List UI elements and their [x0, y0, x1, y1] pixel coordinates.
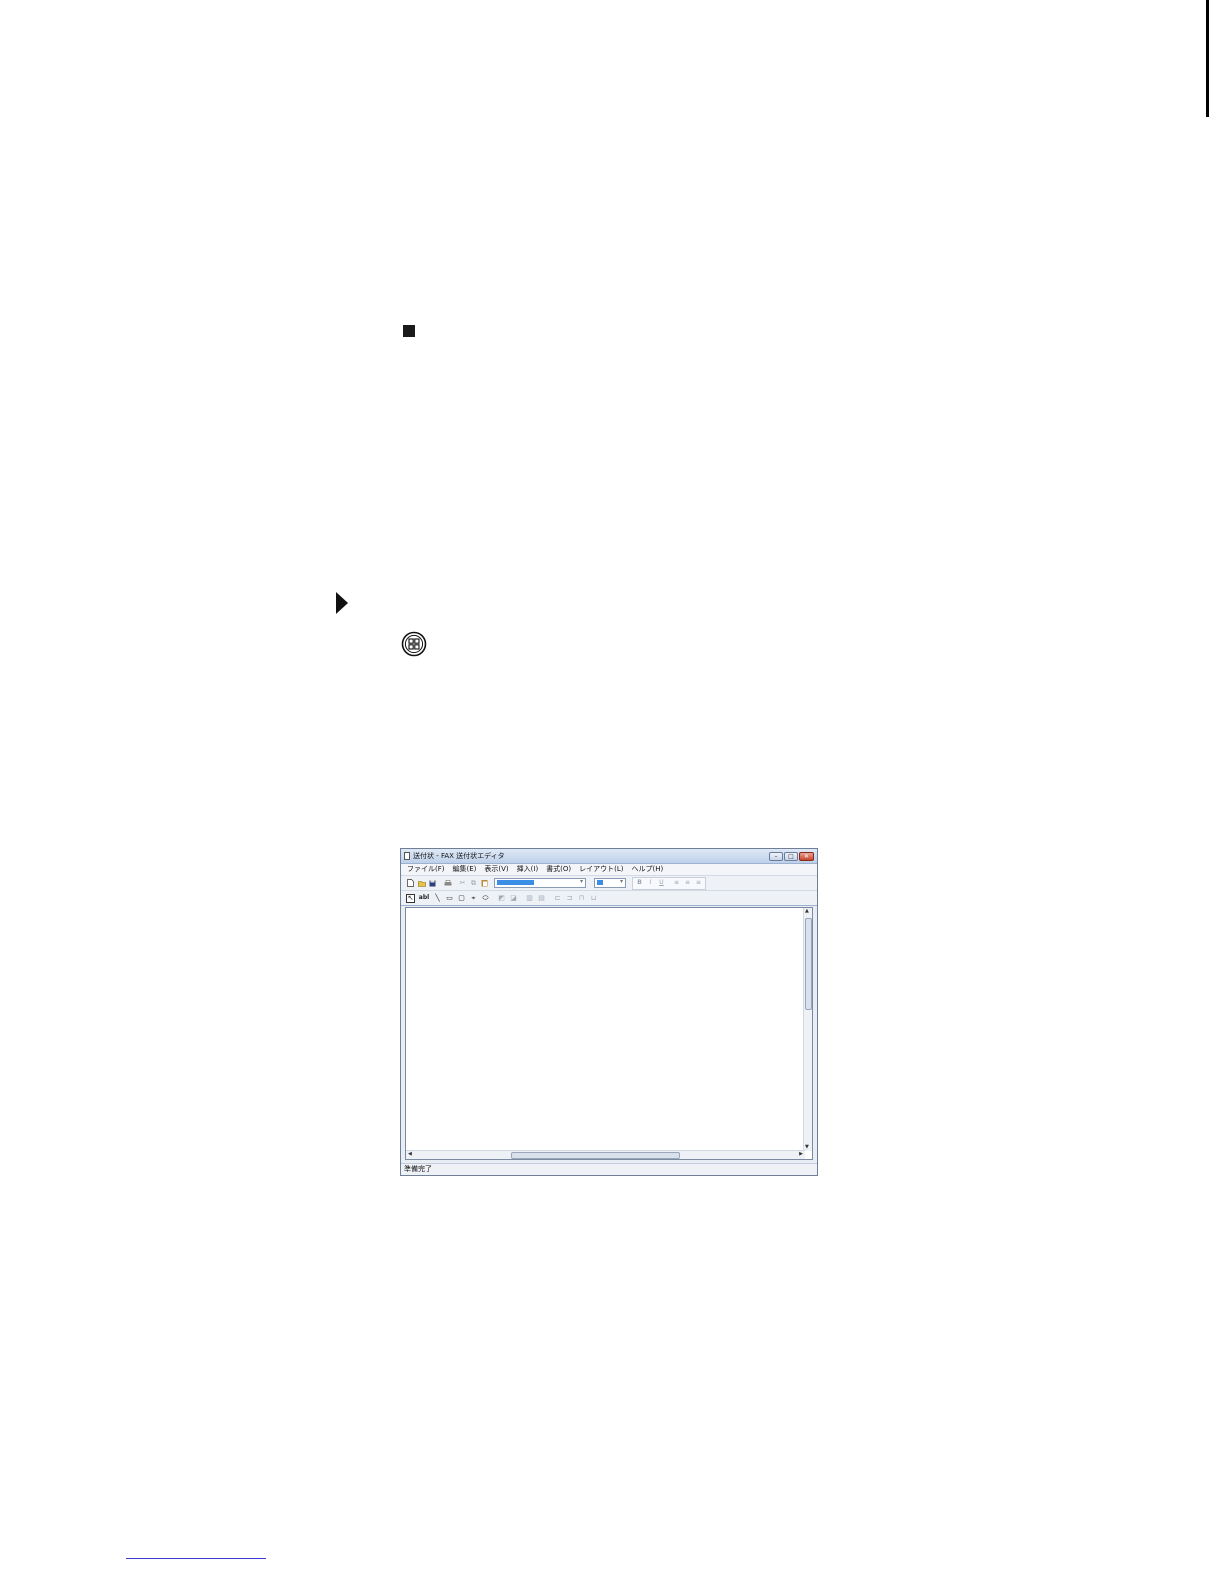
menu-insert[interactable]: 挿入(I)	[517, 866, 539, 873]
bullet-square-icon	[403, 325, 415, 337]
close-button[interactable]: ✕	[799, 851, 814, 861]
editor-canvas[interactable]: ▲ ▼ ◀ ▶	[405, 907, 813, 1160]
document-icon	[404, 852, 410, 860]
new-document-icon[interactable]	[406, 879, 415, 888]
align-right-icon[interactable]: ≡	[694, 880, 703, 886]
status-bar: 準備完了	[401, 1163, 817, 1175]
scroll-down-icon[interactable]: ▼	[805, 1145, 809, 1150]
footer-rule	[126, 1558, 266, 1559]
menu-layout[interactable]: レイアウト(L)	[579, 866, 623, 873]
title-bar[interactable]: 送付状 - FAX 送付状エディタ – □ ✕	[401, 849, 817, 864]
chevron-down-icon: ▾	[619, 878, 623, 885]
window-controls: – □ ✕	[769, 851, 814, 861]
paste-icon[interactable]	[480, 879, 489, 888]
copy-icon[interactable]: ⧉	[469, 879, 478, 888]
menu-help[interactable]: ヘルプ(H)	[632, 866, 664, 873]
font-size-dropdown[interactable]: ▾	[594, 878, 626, 888]
open-folder-icon[interactable]	[417, 879, 426, 888]
drawing-toolbar: ↖ abl ╲ ▭ ▢ ⌖ ⬭ ◩ ◪ ▥ ▤ ⊏ ⊐ ⊓ ⊔	[401, 891, 817, 906]
rectangle-tool-icon[interactable]: ▭	[445, 894, 454, 903]
menu-bar: ファイル(F) 編集(E) 表示(V) 挿入(I) 書式(O) レイアウト(L)…	[401, 864, 817, 876]
ellipse-tool-icon[interactable]: ⬭	[481, 894, 490, 903]
standard-toolbar: ✂ ⧉ ▾ ▾ B I U ≡ ≡ ≡	[401, 876, 817, 891]
bold-button[interactable]: B	[635, 880, 644, 886]
scroll-right-icon[interactable]: ▶	[799, 1152, 803, 1157]
font-name-selection	[497, 880, 534, 885]
vertical-scroll-thumb[interactable]	[805, 918, 812, 1010]
menu-view[interactable]: 表示(V)	[484, 866, 508, 873]
scroll-left-icon[interactable]: ◀	[408, 1152, 412, 1157]
bring-to-front-icon[interactable]: ◩	[497, 894, 506, 903]
horizontal-scroll-thumb[interactable]	[511, 1152, 680, 1159]
align-left-objects-icon[interactable]: ⊏	[553, 894, 562, 903]
space-across-icon[interactable]: ▥	[525, 894, 534, 903]
chevron-down-icon: ▾	[579, 878, 583, 885]
windows-start-icon	[401, 631, 427, 657]
maximize-button[interactable]: □	[784, 851, 798, 861]
space-down-icon[interactable]: ▤	[537, 894, 546, 903]
menu-file[interactable]: ファイル(F)	[407, 866, 445, 873]
horizontal-scrollbar[interactable]: ◀ ▶	[406, 1150, 805, 1159]
align-left-icon[interactable]: ≡	[672, 880, 681, 886]
align-top-objects-icon[interactable]: ⊓	[577, 894, 586, 903]
polygon-tool-icon[interactable]: ⌖	[469, 894, 478, 903]
cut-icon[interactable]: ✂	[458, 879, 467, 888]
select-pointer-icon[interactable]: ↖	[406, 893, 415, 903]
font-name-dropdown[interactable]: ▾	[494, 878, 586, 888]
menu-format[interactable]: 書式(O)	[546, 866, 571, 873]
window-title: 送付状 - FAX 送付状エディタ	[413, 851, 505, 860]
vertical-scrollbar[interactable]: ▲ ▼	[803, 908, 812, 1151]
align-bottom-objects-icon[interactable]: ⊔	[589, 894, 598, 903]
format-group: B I U ≡ ≡ ≡	[632, 876, 706, 890]
align-right-objects-icon[interactable]: ⊐	[565, 894, 574, 903]
menu-edit[interactable]: 編集(E)	[453, 866, 477, 873]
line-tool-icon[interactable]: ╲	[433, 894, 442, 903]
save-icon[interactable]	[428, 879, 437, 888]
fax-cover-editor-window: 送付状 - FAX 送付状エディタ – □ ✕ ファイル(F) 編集(E) 表示…	[400, 848, 818, 1176]
minimize-button[interactable]: –	[769, 851, 783, 861]
print-icon[interactable]	[443, 879, 452, 888]
font-size-selection	[597, 880, 603, 885]
italic-button[interactable]: I	[646, 880, 655, 886]
status-text: 準備完了	[404, 1165, 432, 1173]
page-edge-bar	[1206, 0, 1209, 117]
text-tool[interactable]: abl	[418, 894, 430, 903]
send-to-back-icon[interactable]: ◪	[509, 894, 518, 903]
underline-button[interactable]: U	[657, 880, 666, 886]
scroll-up-icon[interactable]: ▲	[805, 909, 809, 914]
rounded-rectangle-tool-icon[interactable]: ▢	[457, 894, 466, 903]
step-arrow-icon	[336, 592, 348, 614]
align-center-icon[interactable]: ≡	[683, 880, 692, 886]
